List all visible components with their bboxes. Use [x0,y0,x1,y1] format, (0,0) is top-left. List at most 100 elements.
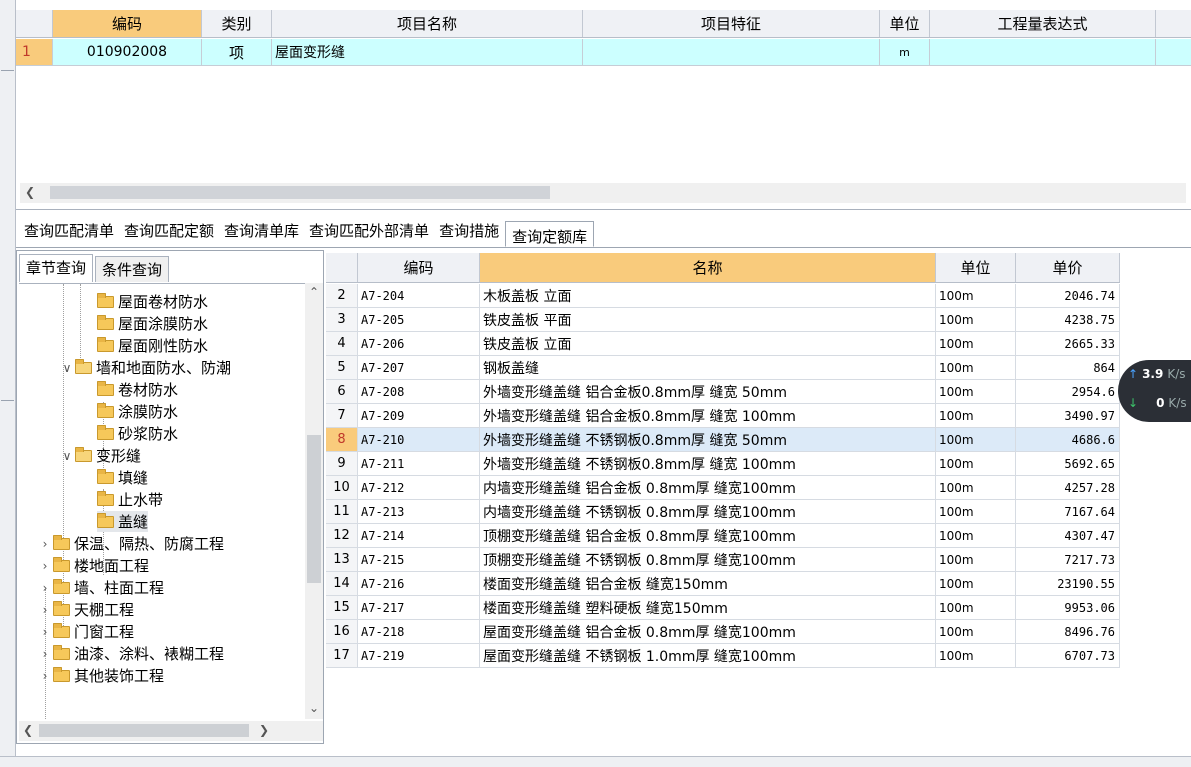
cell-name[interactable]: 外墙变形缝盖缝 铝合金板0.8mm厚 缝宽 50mm [480,380,936,403]
cell-name[interactable]: 内墙变形缝盖缝 不锈钢板 0.8mm厚 缝宽100mm [480,500,936,523]
header-code[interactable]: 编码 [53,10,202,37]
cell-price[interactable]: 7217.73 [1016,548,1120,571]
cell-name[interactable]: 铁皮盖板 立面 [480,332,936,355]
tree-node[interactable]: 卷材防水 [97,379,178,400]
row-number[interactable]: 7 [326,404,358,427]
cell-name[interactable]: 外墙变形缝盖缝 铝合金板0.8mm厚 缝宽 100mm [480,404,936,427]
tree-node[interactable]: 屋面刚性防水 [97,335,208,356]
tree-node[interactable]: › 楼地面工程 [37,555,149,576]
table-row[interactable]: 2 A7-204 木板盖板 立面 100m 2046.74 [326,284,1120,308]
scrollbar-thumb[interactable] [307,435,321,583]
horizontal-scrollbar[interactable]: ❮ [20,183,1186,203]
cell-code[interactable]: A7-215 [358,548,480,571]
row-number[interactable]: 16 [326,620,358,643]
row-number[interactable]: 17 [326,644,358,667]
cell-code[interactable]: A7-211 [358,452,480,475]
chevron-down-icon[interactable]: ∨ [59,449,75,463]
row-number[interactable]: 6 [326,380,358,403]
table-row[interactable]: 3 A7-205 铁皮盖板 平面 100m 4238.75 [326,308,1120,332]
row-number[interactable]: 12 [326,524,358,547]
header-type[interactable]: 类别 [202,10,272,37]
tree-node[interactable]: 涂膜防水 [97,401,178,422]
row-number[interactable]: 5 [326,356,358,379]
cell-code[interactable]: A7-213 [358,500,480,523]
row-number[interactable]: 10 [326,476,358,499]
header-name[interactable]: 项目名称 [272,10,583,37]
cell-unit[interactable]: 100m [936,500,1016,523]
table-row[interactable]: 8 A7-210 外墙变形缝盖缝 不锈钢板0.8mm厚 缝宽 50mm 100m 468… [326,428,1120,452]
chevron-right-icon[interactable]: › [37,603,53,617]
chevron-down-icon[interactable]: ⌄ [309,701,319,715]
cell-name[interactable]: 楼面变形缝盖缝 塑料硬板 缝宽150mm [480,596,936,619]
cell-name[interactable]: 内墙变形缝盖缝 铝合金板 0.8mm厚 缝宽100mm [480,476,936,499]
table-row[interactable]: 9 A7-211 外墙变形缝盖缝 不锈钢板0.8mm厚 缝宽 100mm 100m 56… [326,452,1120,476]
cell-price[interactable]: 7167.64 [1016,500,1120,523]
tree-node[interactable]: 止水带 [97,489,163,510]
chevron-right-icon[interactable]: › [37,669,53,683]
cell-type[interactable]: 项 [202,39,272,65]
cell-unit[interactable]: 100m [936,308,1016,331]
chevron-right-icon[interactable]: › [37,537,53,551]
cell-price[interactable]: 864 [1016,356,1120,379]
table-row[interactable]: 7 A7-209 外墙变形缝盖缝 铝合金板0.8mm厚 缝宽 100mm 100m 34… [326,404,1120,428]
cell-price[interactable]: 23190.55 [1016,572,1120,595]
cell-name[interactable]: 顶棚变形缝盖缝 铝合金板 0.8mm厚 缝宽100mm [480,524,936,547]
tree-node[interactable]: › 门窗工程 [37,621,134,642]
chevron-right-icon[interactable]: › [37,647,53,661]
row-number[interactable]: 13 [326,548,358,571]
cell-code[interactable]: A7-204 [358,284,480,307]
row-number[interactable]: 3 [326,308,358,331]
cell-unit[interactable]: 100m [936,620,1016,643]
cell-name[interactable]: 屋面变形缝盖缝 铝合金板 0.8mm厚 缝宽100mm [480,620,936,643]
chevron-right-icon[interactable]: › [37,559,53,573]
tree-node[interactable]: 填缝 [97,467,148,488]
cell-name[interactable]: 钢板盖缝 [480,356,936,379]
cell-expr[interactable] [930,39,1156,65]
tree-horizontal-scrollbar[interactable]: ❮ ❯ [19,721,323,741]
cell-code[interactable]: A7-219 [358,644,480,667]
row-number[interactable]: 2 [326,284,358,307]
tree-node[interactable]: 砂浆防水 [97,423,178,444]
row-number[interactable]: 15 [326,596,358,619]
row-number[interactable]: 8 [326,428,358,451]
scroll-right-icon[interactable]: ❯ [259,723,269,737]
cell-price[interactable]: 6707.73 [1016,644,1120,667]
tree-node[interactable]: › 油漆、涂料、裱糊工程 [37,643,224,664]
cell-code[interactable]: A7-207 [358,356,480,379]
header-feature[interactable]: 项目特征 [583,10,880,37]
cell-price[interactable]: 4238.75 [1016,308,1120,331]
cell-code[interactable]: A7-212 [358,476,480,499]
cell-unit[interactable]: 100m [936,356,1016,379]
cell-price[interactable]: 2046.74 [1016,284,1120,307]
cell-unit[interactable]: 100m [936,572,1016,595]
chevron-up-icon[interactable]: ⌃ [309,285,319,299]
cell-code[interactable]: A7-209 [358,404,480,427]
cell-name[interactable]: 铁皮盖板 平面 [480,308,936,331]
cell-price[interactable]: 4686.6 [1016,428,1120,451]
cell-name[interactable]: 楼面变形缝盖缝 铝合金板 缝宽150mm [480,572,936,595]
cell-code[interactable]: A7-214 [358,524,480,547]
table-row[interactable]: 5 A7-207 钢板盖缝 100m 864 [326,356,1120,380]
row-number[interactable]: 9 [326,452,358,475]
cell-name[interactable]: 外墙变形缝盖缝 不锈钢板0.8mm厚 缝宽 50mm [480,428,936,451]
cell-name[interactable]: 顶棚变形缝盖缝 不锈钢板 0.8mm厚 缝宽100mm [480,548,936,571]
scroll-left-icon[interactable]: ❮ [25,185,35,199]
cell-price[interactable]: 3490.97 [1016,404,1120,427]
scrollbar-thumb[interactable] [39,724,249,737]
cell-code[interactable]: A7-208 [358,380,480,403]
tab-chapter-query[interactable]: 章节查询 [19,254,94,282]
cell-unit[interactable]: 100m [936,524,1016,547]
tree-node[interactable]: ∨ 墙和地面防水、防潮 [59,357,231,378]
chevron-down-icon[interactable]: ∨ [59,361,75,375]
cell-unit[interactable]: 100m [936,284,1016,307]
tab-quota-library[interactable]: 查询定额库 [505,221,595,247]
cell-unit[interactable]: 100m [936,332,1016,355]
cell-code[interactable]: A7-210 [358,428,480,451]
scrollbar-thumb[interactable] [50,186,550,199]
scroll-left-icon[interactable]: ❮ [23,723,33,737]
header-expr[interactable]: 工程量表达式 [930,10,1156,37]
header-name[interactable]: 名称 [480,253,936,282]
table-row[interactable]: 17 A7-219 屋面变形缝盖缝 不锈钢板 1.0mm厚 缝宽100mm 100m 6… [326,644,1120,668]
cell-price[interactable]: 4307.47 [1016,524,1120,547]
cell-code[interactable]: 010902008 [53,39,202,65]
